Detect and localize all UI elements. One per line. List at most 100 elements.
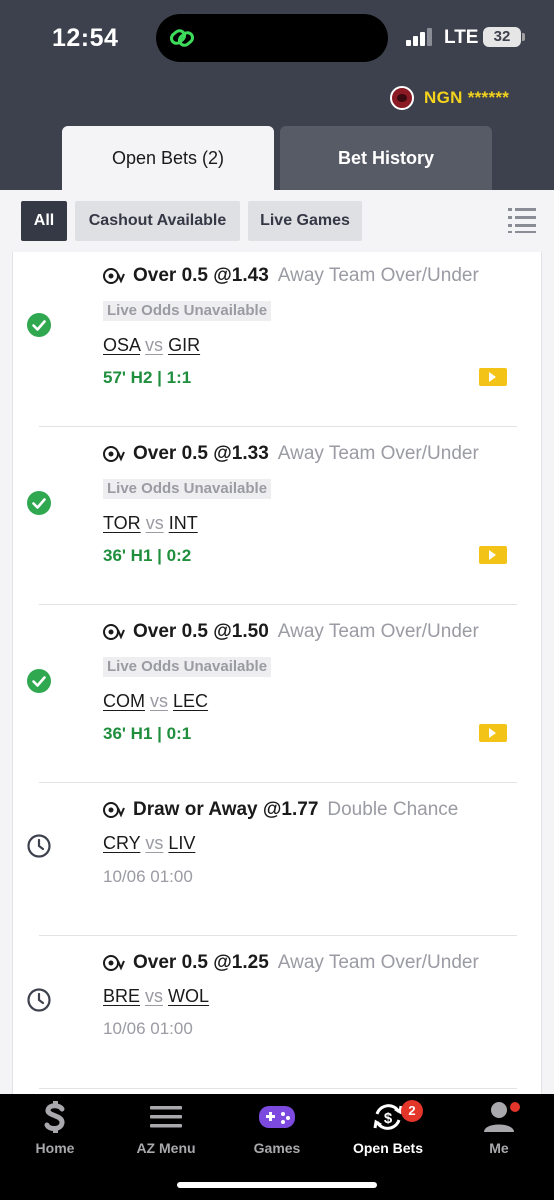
nav-games[interactable]: Games [222,1100,332,1160]
vs-label: vs [145,513,164,533]
match-clock: 57' H2 | [103,368,167,387]
bet-selection: Over 0.5 @1.43 [133,265,269,286]
bet-title: Over 0.5 @1.43 Away Team Over/Under [103,265,479,287]
nav-label: AZ Menu [136,1140,196,1156]
bet-card[interactable]: Over 0.5 @1.25 Away Team Over/Under BRE … [13,936,543,1088]
bet-card[interactable]: Over 0.5 @1.43 Away Team Over/Under Live… [13,252,543,426]
match-teams[interactable]: BRE vs WOL [103,986,209,1007]
bet-title: Over 0.5 @1.25 Away Team Over/Under [103,952,479,974]
home-team: OSA [103,335,141,355]
filter-all[interactable]: All [21,201,67,241]
bets-list: Over 0.5 @1.43 Away Team Over/Under Live… [0,252,554,1094]
live-status: 36' H1 | 0:1 [103,724,191,744]
list-view-icon[interactable] [508,207,536,233]
home-s-icon [44,1101,65,1133]
match-score: 0:1 [166,724,192,743]
won-check-icon [27,491,51,515]
away-team: GIR [168,335,201,355]
divider [39,1088,517,1089]
odds-status-badge: Live Odds Unavailable [103,301,272,321]
bet-title: Over 0.5 @1.50 Away Team Over/Under [103,621,479,643]
vs-label: vs [150,691,169,711]
nav-label: Games [253,1140,301,1156]
nav-az-menu[interactable]: AZ Menu [111,1100,221,1160]
live-stream-icon[interactable] [479,724,507,742]
live-stream-icon[interactable] [479,368,507,386]
dynamic-island [156,14,388,62]
won-check-icon [27,669,51,693]
away-team: INT [168,513,198,533]
match-date: 10/06 01:00 [103,867,193,886]
signal-icon [406,28,432,46]
pending-clock-icon [27,834,51,858]
bet-selection: Over 0.5 @1.25 [133,952,269,973]
network-label: LTE [444,27,479,48]
home-team: BRE [103,986,141,1006]
balance-text: NGN ****** [424,88,510,107]
odds-status-badge: Live Odds Unavailable [103,657,272,677]
live-stream-icon[interactable] [479,546,507,564]
bet-selection: Over 0.5 @1.50 [133,621,269,642]
match-teams[interactable]: TOR vs INT [103,513,198,534]
football-icon [103,955,125,971]
bet-market: Away Team Over/Under [277,443,479,464]
bets-panel: Over 0.5 @1.43 Away Team Over/Under Live… [12,252,542,1094]
live-status: 36' H1 | 0:2 [103,546,191,566]
bet-card[interactable]: Over 0.5 @1.50 Away Team Over/Under Live… [13,605,543,782]
football-icon [103,624,125,640]
away-team: WOL [168,986,210,1006]
bet-market: Double Chance [327,799,459,820]
vs-label: vs [145,986,164,1006]
filter-live-games[interactable]: Live Games [248,201,362,241]
tab-bet-history[interactable]: Bet History [280,126,492,190]
bet-selection: Over 0.5 @1.33 [133,443,269,464]
bet-card[interactable]: Over 0.5 @1.33 Away Team Over/Under Live… [13,427,543,604]
status-time: 12:54 [52,24,119,52]
account-balance[interactable]: NGN ****** [390,85,509,111]
match-score: 0:2 [166,546,192,565]
bet-market: Away Team Over/Under [277,621,479,642]
filter-cashout-available[interactable]: Cashout Available [75,201,240,241]
away-team: LEC [173,691,209,711]
match-teams[interactable]: CRY vs LIV [103,833,195,854]
tab-open-bets[interactable]: Open Bets (2) [62,126,274,190]
open-bets-count-badge: 2 [401,1100,423,1122]
match-clock: 36' H1 | [103,724,167,743]
battery-tip [522,33,525,41]
vs-label: vs [145,833,164,853]
bet-market: Away Team Over/Under [277,952,479,973]
status-bar: 12:54 LTE 32 [0,0,554,80]
nav-label: Me [489,1140,509,1156]
live-status: 57' H2 | 1:1 [103,368,191,388]
home-indicator[interactable] [177,1182,377,1188]
nav-home[interactable]: Home [0,1100,110,1160]
nav-label: Open Bets [352,1140,423,1156]
home-team: COM [103,691,145,711]
bet-card[interactable]: Draw or Away @1.77 Double Chance CRY vs … [13,783,543,935]
pending-clock-icon [27,988,51,1012]
link-icon [169,29,195,47]
app-header: 12:54 LTE 32 NGN ****** Open Bets (2) Be… [0,0,554,190]
football-icon [103,802,125,818]
won-check-icon [27,313,51,337]
menu-icon [150,1106,182,1128]
battery-icon: 32 [483,27,521,47]
football-icon [103,446,125,462]
match-clock: 36' H1 | [103,546,167,565]
vs-label: vs [145,335,164,355]
match-teams[interactable]: COM vs LEC [103,691,208,712]
away-team: LIV [168,833,196,853]
nav-me[interactable]: Me [444,1100,554,1160]
match-date: 10/06 01:00 [103,1019,193,1038]
nav-open-bets[interactable]: $ 2 Open Bets [333,1100,443,1160]
bet-title: Over 0.5 @1.33 Away Team Over/Under [103,443,479,465]
match-score: 1:1 [166,368,192,387]
home-team: TOR [103,513,141,533]
notification-dot [510,1102,520,1112]
football-icon [103,268,125,284]
odds-status-badge: Live Odds Unavailable [103,479,272,499]
bet-selection: Draw or Away @1.77 [133,799,319,820]
gamepad-icon [259,1106,295,1128]
match-teams[interactable]: OSA vs GIR [103,335,200,356]
avatar [390,86,414,110]
